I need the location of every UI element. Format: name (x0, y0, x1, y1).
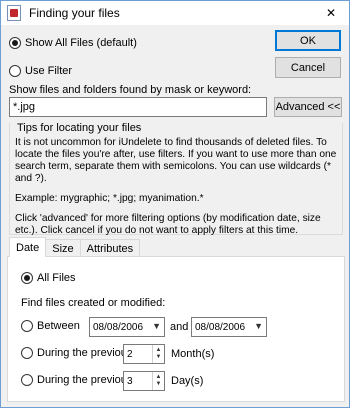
stepper-arrows-icon[interactable]: ▲ ▼ (152, 372, 164, 390)
date-from-picker[interactable]: 08/08/2006 ▼ (89, 317, 165, 337)
date-to-picker[interactable]: 08/08/2006 ▼ (191, 317, 267, 337)
use-filter-label: Use Filter (25, 65, 73, 77)
window-title: Finding your files (29, 6, 120, 20)
find-created-label: Find files created or modified: (21, 297, 166, 309)
all-files-radio[interactable] (21, 272, 33, 284)
finding-files-dialog: Finding your files ✕ Show All Files (def… (0, 0, 350, 408)
show-all-option[interactable]: Show All Files (default) (9, 37, 137, 49)
date-to-value: 08/08/2006 (195, 321, 246, 333)
months-stepper[interactable]: 2 ▲ ▼ (123, 344, 165, 364)
app-icon (7, 5, 21, 21)
date-from-value: 08/08/2006 (93, 321, 144, 333)
months-value: 2 (127, 348, 133, 360)
tips-paragraph-2: Click 'advanced' for more filtering opti… (15, 213, 321, 236)
close-button[interactable]: ✕ (313, 1, 349, 25)
tab-date[interactable]: Date (9, 237, 47, 257)
mask-label: Show files and folders found by mask or … (9, 84, 252, 96)
tips-paragraph-1: It is not uncommon for iUndelete to find… (15, 137, 337, 184)
and-label: and (170, 321, 189, 333)
cancel-button[interactable]: Cancel (275, 57, 341, 78)
tips-text: It is not uncommon for iUndelete to find… (15, 137, 341, 245)
show-all-radio[interactable] (9, 37, 21, 49)
days-value: 3 (127, 375, 133, 387)
use-filter-option[interactable]: Use Filter (9, 65, 72, 77)
mask-input[interactable]: *.jpg (9, 97, 267, 117)
previous-days-option[interactable]: During the previous (21, 374, 132, 386)
tab-attributes[interactable]: Attributes (79, 239, 141, 257)
previous-days-label: During the previous (37, 374, 133, 386)
tips-example: Example: mygraphic; *.jpg; myanimation.* (15, 193, 204, 204)
days-stepper[interactable]: 3 ▲ ▼ (123, 371, 165, 391)
months-unit: Month(s) (171, 348, 215, 360)
tab-size[interactable]: Size (45, 239, 81, 257)
tips-title: Tips for locating your files (15, 122, 144, 134)
all-files-label: All Files (37, 272, 76, 284)
between-label: Between (37, 320, 80, 332)
days-unit: Day(s) (171, 375, 204, 387)
between-option[interactable]: Between (21, 320, 80, 332)
all-files-option[interactable]: All Files (21, 272, 76, 284)
use-filter-radio[interactable] (9, 65, 21, 77)
filter-tabs: Date Size Attributes (9, 237, 141, 257)
show-all-label: Show All Files (default) (25, 37, 137, 49)
previous-months-option[interactable]: During the previous (21, 347, 132, 359)
previous-months-label: During the previous (37, 347, 133, 359)
between-radio[interactable] (21, 320, 33, 332)
previous-days-radio[interactable] (21, 374, 33, 386)
title-bar: Finding your files ✕ (1, 1, 349, 25)
chevron-down-icon: ▼ (152, 321, 161, 331)
chevron-down-icon: ▼ (254, 321, 263, 331)
stepper-arrows-icon[interactable]: ▲ ▼ (152, 345, 164, 363)
ok-button[interactable]: OK (275, 30, 341, 51)
previous-months-radio[interactable] (21, 347, 33, 359)
advanced-button[interactable]: Advanced << (274, 97, 342, 117)
